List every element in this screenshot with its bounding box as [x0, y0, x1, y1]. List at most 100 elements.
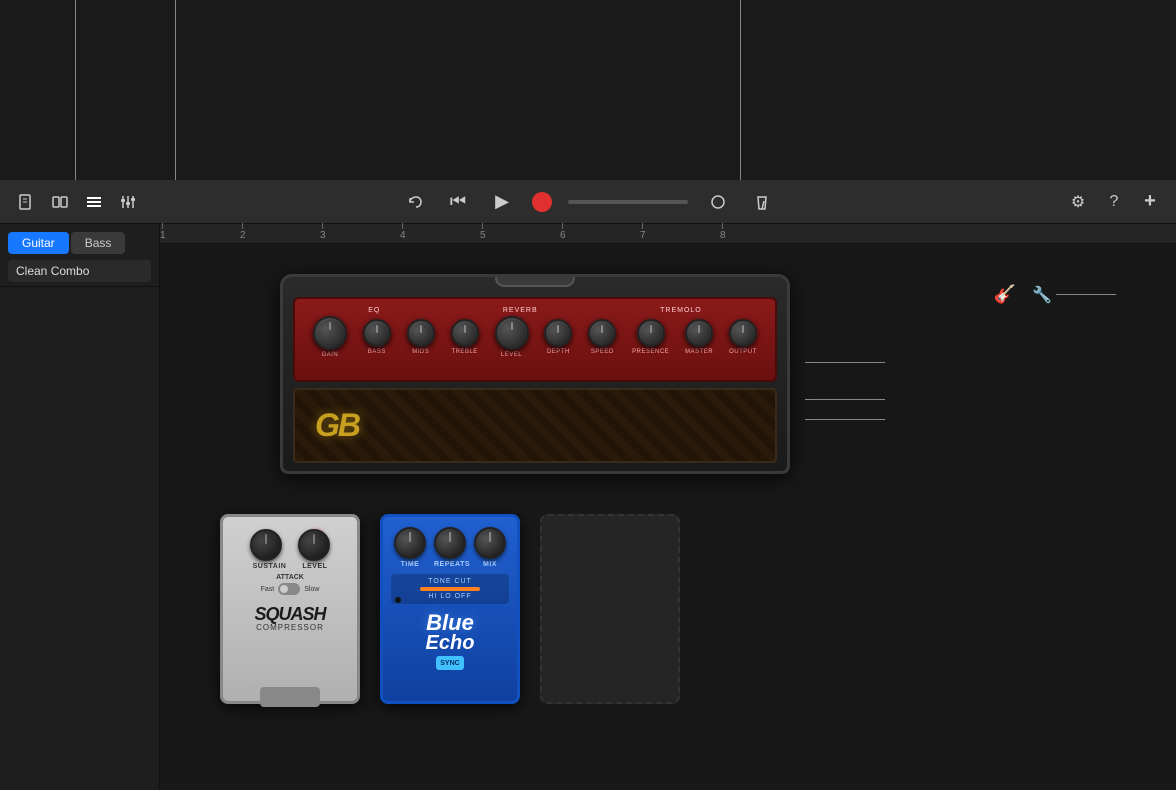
play-button[interactable]: ▶	[488, 188, 516, 216]
repeats-knob[interactable]	[434, 527, 466, 559]
main-content: EQ REVERB TREMOLO GAIN BASS	[160, 244, 1176, 790]
gain-knob[interactable]	[313, 316, 347, 350]
presence-knob-group[interactable]: PRESENCE	[632, 319, 669, 355]
ruler-mark-8: 8	[720, 223, 726, 241]
track-header: Guitar Bass Clean Combo	[0, 224, 159, 287]
echo-knob-labels: Time Repeats Mix	[394, 561, 506, 568]
presence-knob[interactable]	[637, 319, 665, 347]
output-knob-group[interactable]: OUTPUT	[729, 319, 757, 355]
master-knob-group[interactable]: MASTER	[685, 319, 713, 355]
reverb-section-label: REVERB	[503, 307, 538, 314]
mix-label: Mix	[474, 561, 506, 568]
record-button[interactable]	[532, 192, 552, 212]
empty-pedal-slot[interactable]	[540, 514, 680, 704]
squash-footswitch[interactable]	[260, 687, 320, 707]
bass-label: BASS	[368, 349, 386, 355]
document-icon[interactable]	[12, 188, 40, 216]
tremolo-section-label: TREMOLO	[660, 307, 702, 314]
split-view-icon[interactable]	[46, 188, 74, 216]
echo-name-line1: Blue	[426, 612, 475, 634]
preset-selector[interactable]: Clean Combo	[8, 260, 151, 282]
gain-knob-group[interactable]: GAIN	[313, 316, 347, 358]
loop-icon[interactable]	[704, 188, 732, 216]
help-icon[interactable]: ?	[1100, 188, 1128, 216]
ruler-mark-3: 3	[320, 223, 326, 241]
bass-tab[interactable]: Bass	[71, 232, 126, 254]
pitch-icon[interactable]: 🔧	[1032, 285, 1052, 305]
tone-cut-section: TONE CUT HI LO OFF	[391, 574, 509, 604]
bass-knob[interactable]	[363, 319, 391, 347]
level-label-squash: LEVEL	[302, 563, 327, 570]
squash-subtitle: COMPRESSOR	[254, 623, 325, 632]
mixer-icon[interactable]	[114, 188, 142, 216]
slow-label: Slow	[304, 586, 319, 593]
master-label: MASTER	[685, 349, 713, 355]
level-knob[interactable]	[495, 316, 529, 350]
tuner-line	[1056, 294, 1116, 295]
amp-head-area[interactable]: EQ REVERB TREMOLO GAIN BASS	[280, 274, 800, 474]
add-track-button[interactable]: +	[1136, 188, 1164, 216]
tone-cut-label: TONE CUT	[399, 578, 501, 585]
rewind-button[interactable]: ⏮	[444, 188, 472, 216]
repeats-label: Repeats	[434, 561, 466, 568]
toolbar: ⏮ ▶ ⚙ ? +	[0, 180, 1176, 224]
fast-label: Fast	[261, 586, 275, 593]
mids-knob[interactable]	[407, 319, 435, 347]
sync-button[interactable]: Sync	[436, 656, 464, 670]
amp-head[interactable]: EQ REVERB TREMOLO GAIN BASS	[280, 274, 790, 474]
metronome-icon[interactable]	[748, 188, 776, 216]
tuner-area: 🎸 🔧	[994, 284, 1116, 305]
amp-callout-line-1	[805, 362, 885, 363]
treble-knob-group[interactable]: TREBLE	[451, 319, 479, 355]
playback-progress	[568, 200, 688, 204]
tuner-icon[interactable]: 🎸	[994, 284, 1016, 305]
mix-knob[interactable]	[474, 527, 506, 559]
ruler-mark-5: 5	[480, 223, 486, 241]
amp-handle	[495, 274, 575, 287]
echo-name-line2: Echo	[426, 634, 475, 652]
hi-lo-off-label: HI LO OFF	[399, 593, 501, 600]
eq-section-label: EQ	[368, 307, 380, 314]
blue-echo-pedal[interactable]: Time Repeats Mix TONE CUT HI LO OFF Blue…	[380, 514, 520, 704]
attack-toggle[interactable]	[278, 583, 300, 595]
sustain-knob[interactable]	[250, 529, 282, 561]
squash-name: SQUASH	[254, 605, 325, 623]
speed-knob[interactable]	[588, 319, 616, 347]
master-knob[interactable]	[685, 319, 713, 347]
bass-knob-group[interactable]: BASS	[363, 319, 391, 355]
output-knob[interactable]	[729, 319, 757, 347]
gain-label: GAIN	[322, 352, 339, 358]
treble-knob[interactable]	[451, 319, 479, 347]
mids-knob-group[interactable]: MIDS	[407, 319, 435, 355]
mids-label: MIDS	[412, 349, 429, 355]
left-panel: Guitar Bass Clean Combo	[0, 224, 160, 790]
time-label: Time	[394, 561, 426, 568]
transport-controls: ⏮ ▶	[400, 188, 776, 216]
squash-compressor-pedal[interactable]: SUSTAIN LEVEL ATTACK Fast Slow SQUASH CO…	[220, 514, 360, 704]
level-knob-squash[interactable]	[298, 529, 330, 561]
ruler-mark-7: 7	[640, 223, 646, 241]
timeline-ruler: 1 2 3 4 5 6 7 8	[160, 224, 1176, 244]
ruler-mark-2: 2	[240, 223, 246, 241]
squash-knobs	[250, 529, 330, 561]
instrument-tabs: Guitar Bass	[8, 232, 151, 254]
level-label: LEVEL	[501, 352, 522, 358]
speed-label: SPEED	[591, 349, 614, 355]
sustain-label: SUSTAIN	[253, 563, 287, 570]
presence-label: PRESENCE	[632, 349, 669, 355]
depth-knob[interactable]	[544, 319, 572, 347]
depth-knob-group[interactable]: DEPTH	[544, 319, 572, 355]
tracks-icon[interactable]	[80, 188, 108, 216]
undo-icon[interactable]	[400, 188, 428, 216]
treble-label: TREBLE	[451, 349, 477, 355]
time-knob[interactable]	[394, 527, 426, 559]
amp-brand-logo: GB	[315, 407, 359, 444]
guitar-tab[interactable]: Guitar	[8, 232, 69, 254]
tone-cut-slider[interactable]	[420, 587, 480, 591]
attack-label: ATTACK	[261, 574, 320, 581]
output-label: OUTPUT	[729, 349, 757, 355]
speed-knob-group[interactable]: SPEED	[588, 319, 616, 355]
level-knob-group[interactable]: LEVEL	[495, 316, 529, 358]
echo-knobs	[394, 527, 506, 559]
settings-icon[interactable]: ⚙	[1064, 188, 1092, 216]
